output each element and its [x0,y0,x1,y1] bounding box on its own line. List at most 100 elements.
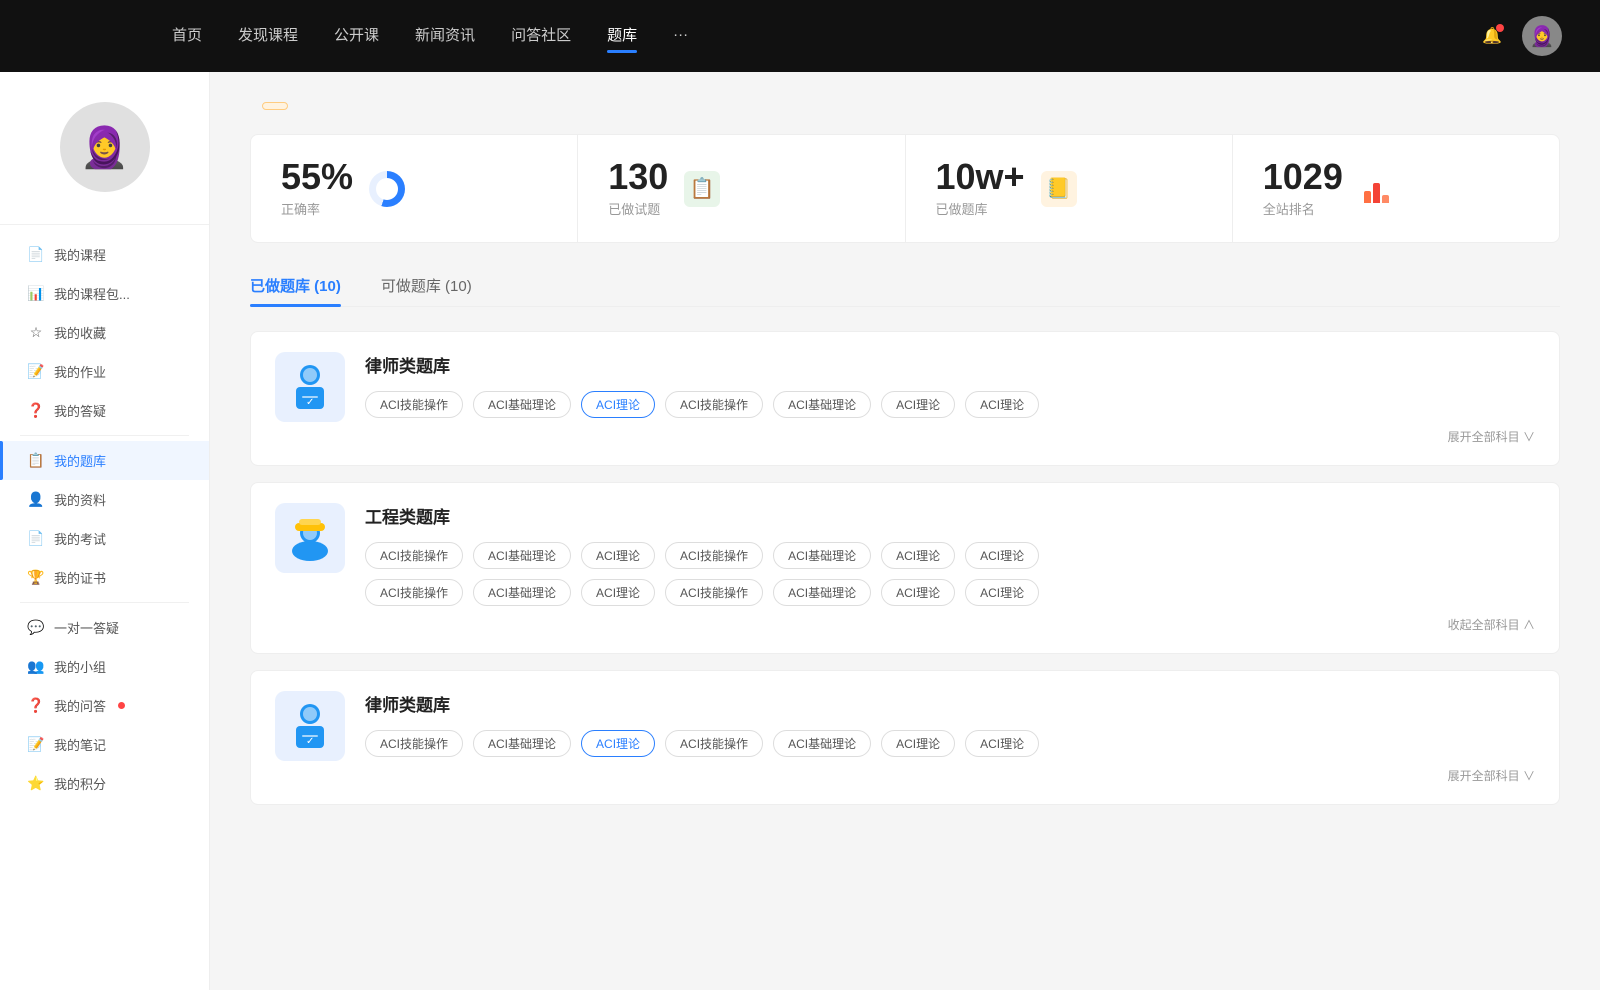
tag-0-4[interactable]: ACI基础理论 [773,391,871,418]
menu-icon-我的笔记: 📝 [28,737,44,753]
page-header [250,102,1560,110]
nav-item-首页[interactable]: 首页 [172,24,202,49]
extra-tag-1-2[interactable]: ACI理论 [581,579,655,606]
sidebar-item-我的考试[interactable]: 📄我的考试 [0,519,209,558]
tab-0[interactable]: 已做题库 (10) [250,267,341,306]
sidebar-item-我的课程[interactable]: 📄我的课程 [0,235,209,274]
menu-icon-我的收藏: ☆ [28,325,44,341]
menu-icon-我的作业: 📝 [28,364,44,380]
menu-label: 一对一答疑 [54,618,119,637]
tag-0-2[interactable]: ACI理论 [581,391,655,418]
extra-tag-1-0[interactable]: ACI技能操作 [365,579,463,606]
extra-tag-1-4[interactable]: ACI基础理论 [773,579,871,606]
bank-content: 律师类题库 ACI技能操作ACI基础理论ACI理论ACI技能操作ACI基础理论A… [365,691,1535,784]
tab-1[interactable]: 可做题库 (10) [381,267,472,306]
nav-item-问答社区[interactable]: 问答社区 [511,24,571,49]
tags-row: ACI技能操作 ACI基础理论 ACI理论 ACI技能操作 ACI基础理论 ACI理论 AC… [365,730,1535,757]
tag-0-5[interactable]: ACI理论 [881,391,955,418]
stat-item-2: 10w+ 已做题库 📒 [906,135,1233,242]
sidebar-item-我的积分[interactable]: ⭐我的积分 [0,764,209,803]
menu-label: 我的题库 [54,451,106,470]
bank-content: 律师类题库 ACI技能操作 ACI基础理论 ACI理论 ACI技能操作 ACI基础理论 A… [365,352,1535,445]
bar-chart-icon [1359,171,1395,207]
menu-icon-我的小组: 👥 [28,659,44,675]
tag-2-2[interactable]: ACI理论 [581,730,655,757]
menu-label: 我的积分 [54,774,106,793]
stat-value: 130 [608,159,668,195]
nav-item-新闻资讯[interactable]: 新闻资讯 [415,24,475,49]
bank-icon [275,503,345,573]
tag-1-1[interactable]: ACI基础理论 [473,542,571,569]
extra-tag-1-6[interactable]: ACI理论 [965,579,1039,606]
tag-1-4[interactable]: ACI基础理论 [773,542,871,569]
tag-1-5[interactable]: ACI理论 [881,542,955,569]
stat-value: 1029 [1263,159,1343,195]
sidebar-item-我的笔记[interactable]: 📝 我的笔记 [0,725,209,764]
sidebar-item-我的证书[interactable]: 🏆我的证书 [0,558,209,597]
bank-card-0: ✓ 律师类题库 ACI技能操作 ACI基础理论 ACI理论 ACI技能操作 ACI基础理… [250,331,1560,466]
stat-text: 55% 正确率 [281,159,353,218]
nav-item-公开课[interactable]: 公开课 [334,24,379,49]
sidebar-item-我的小组[interactable]: 👥我的小组 [0,647,209,686]
notification-bell[interactable]: 🔔 [1482,26,1502,46]
tag-0-6[interactable]: ACI理论 [965,391,1039,418]
sidebar-item-我的题库[interactable]: 📋 我的题库 [0,441,209,480]
tag-1-3[interactable]: ACI技能操作 [665,542,763,569]
sidebar-item-我的资料[interactable]: 👤我的资料 [0,480,209,519]
sidebar-item-我的课程包...[interactable]: 📊我的课程包... [0,274,209,313]
menu-icon-我的证书: 🏆 [28,570,44,586]
bank-name: 律师类题库 [365,352,1535,377]
tag-2-5[interactable]: ACI理论 [881,730,955,757]
bank-content: 工程类题库 ACI技能操作ACI基础理论ACI理论ACI技能操作ACI基础理论A… [365,503,1535,633]
bank-card-header: 工程类题库 ACI技能操作ACI基础理论ACI理论ACI技能操作ACI基础理论A… [275,503,1535,633]
sidebar-item-我的答疑[interactable]: ❓我的答疑 [0,391,209,430]
extra-tag-1-5[interactable]: ACI理论 [881,579,955,606]
tag-2-6[interactable]: ACI理论 [965,730,1039,757]
stat-value: 10w+ [936,159,1025,195]
tag-0-1[interactable]: ACI基础理论 [473,391,571,418]
tag-2-0[interactable]: ACI技能操作 [365,730,463,757]
expand-button[interactable]: 收起全部科目 ∧ [365,616,1535,633]
stats-row: 55% 正确率 130 已做试题 📋 10w+ 已做题库 📒 1029 全站排名 [250,134,1560,243]
nav-item-···[interactable]: ··· [673,26,688,47]
sidebar-item-一对一答疑[interactable]: 💬 一对一答疑 [0,608,209,647]
sidebar-item-我的作业[interactable]: 📝我的作业 [0,352,209,391]
tag-2-4[interactable]: ACI基础理论 [773,730,871,757]
profile-section: 🧕 [0,102,209,225]
bank-name: 律师类题库 [365,691,1535,716]
menu-label: 我的笔记 [54,735,106,754]
tag-2-3[interactable]: ACI技能操作 [665,730,763,757]
nav-item-题库[interactable]: 题库 [607,24,637,49]
tag-1-6[interactable]: ACI理论 [965,542,1039,569]
tag-2-1[interactable]: ACI基础理论 [473,730,571,757]
menu-icon-我的课程: 📄 [28,247,44,263]
bank-name: 工程类题库 [365,503,1535,528]
user-avatar-wrap[interactable]: 🧕 [1522,16,1568,56]
bank-icon: ✓ [275,352,345,422]
extra-tags-row: ACI技能操作 ACI基础理论 ACI理论 ACI技能操作 ACI基础理论 ACI理论 AC… [365,579,1535,606]
menu-icon-我的题库: 📋 [28,453,44,469]
sidebar-item-我的收藏[interactable]: ☆我的收藏 [0,313,209,352]
bank-card-1: 工程类题库 ACI技能操作ACI基础理论ACI理论ACI技能操作ACI基础理论A… [250,482,1560,654]
tag-0-3[interactable]: ACI技能操作 [665,391,763,418]
nav-item-发现课程[interactable]: 发现课程 [238,24,298,49]
expand-button[interactable]: 展开全部科目 ∨ [365,428,1535,445]
menu-icon-我的问答: ❓ [28,698,44,714]
menu-label: 我的考试 [54,529,106,548]
tag-0-0[interactable]: ACI技能操作 [365,391,463,418]
expand-button[interactable]: 展开全部科目 ∨ [365,767,1535,784]
menu-icon-一对一答疑: 💬 [28,620,44,636]
stat-text: 130 已做试题 [608,159,668,218]
extra-tag-1-3[interactable]: ACI技能操作 [665,579,763,606]
sidebar-item-我的问答[interactable]: ❓我的问答 [0,686,209,725]
tabs-row: 已做题库 (10) 可做题库 (10) [250,267,1560,307]
extra-tag-1-1[interactable]: ACI基础理论 [473,579,571,606]
trial-badge [262,102,288,110]
nav-menu: 首页 发现课程 公开课 新闻资讯 问答社区 题库 ··· [172,24,1462,49]
stat-label: 已做试题 [608,199,668,218]
pie-chart-icon [369,171,405,207]
tag-1-0[interactable]: ACI技能操作 [365,542,463,569]
tag-1-2[interactable]: ACI理论 [581,542,655,569]
bank-card-header: ✓ 律师类题库 ACI技能操作 ACI基础理论 ACI理论 ACI技能操作 ACI基础理… [275,352,1535,445]
menu-label: 我的资料 [54,490,106,509]
